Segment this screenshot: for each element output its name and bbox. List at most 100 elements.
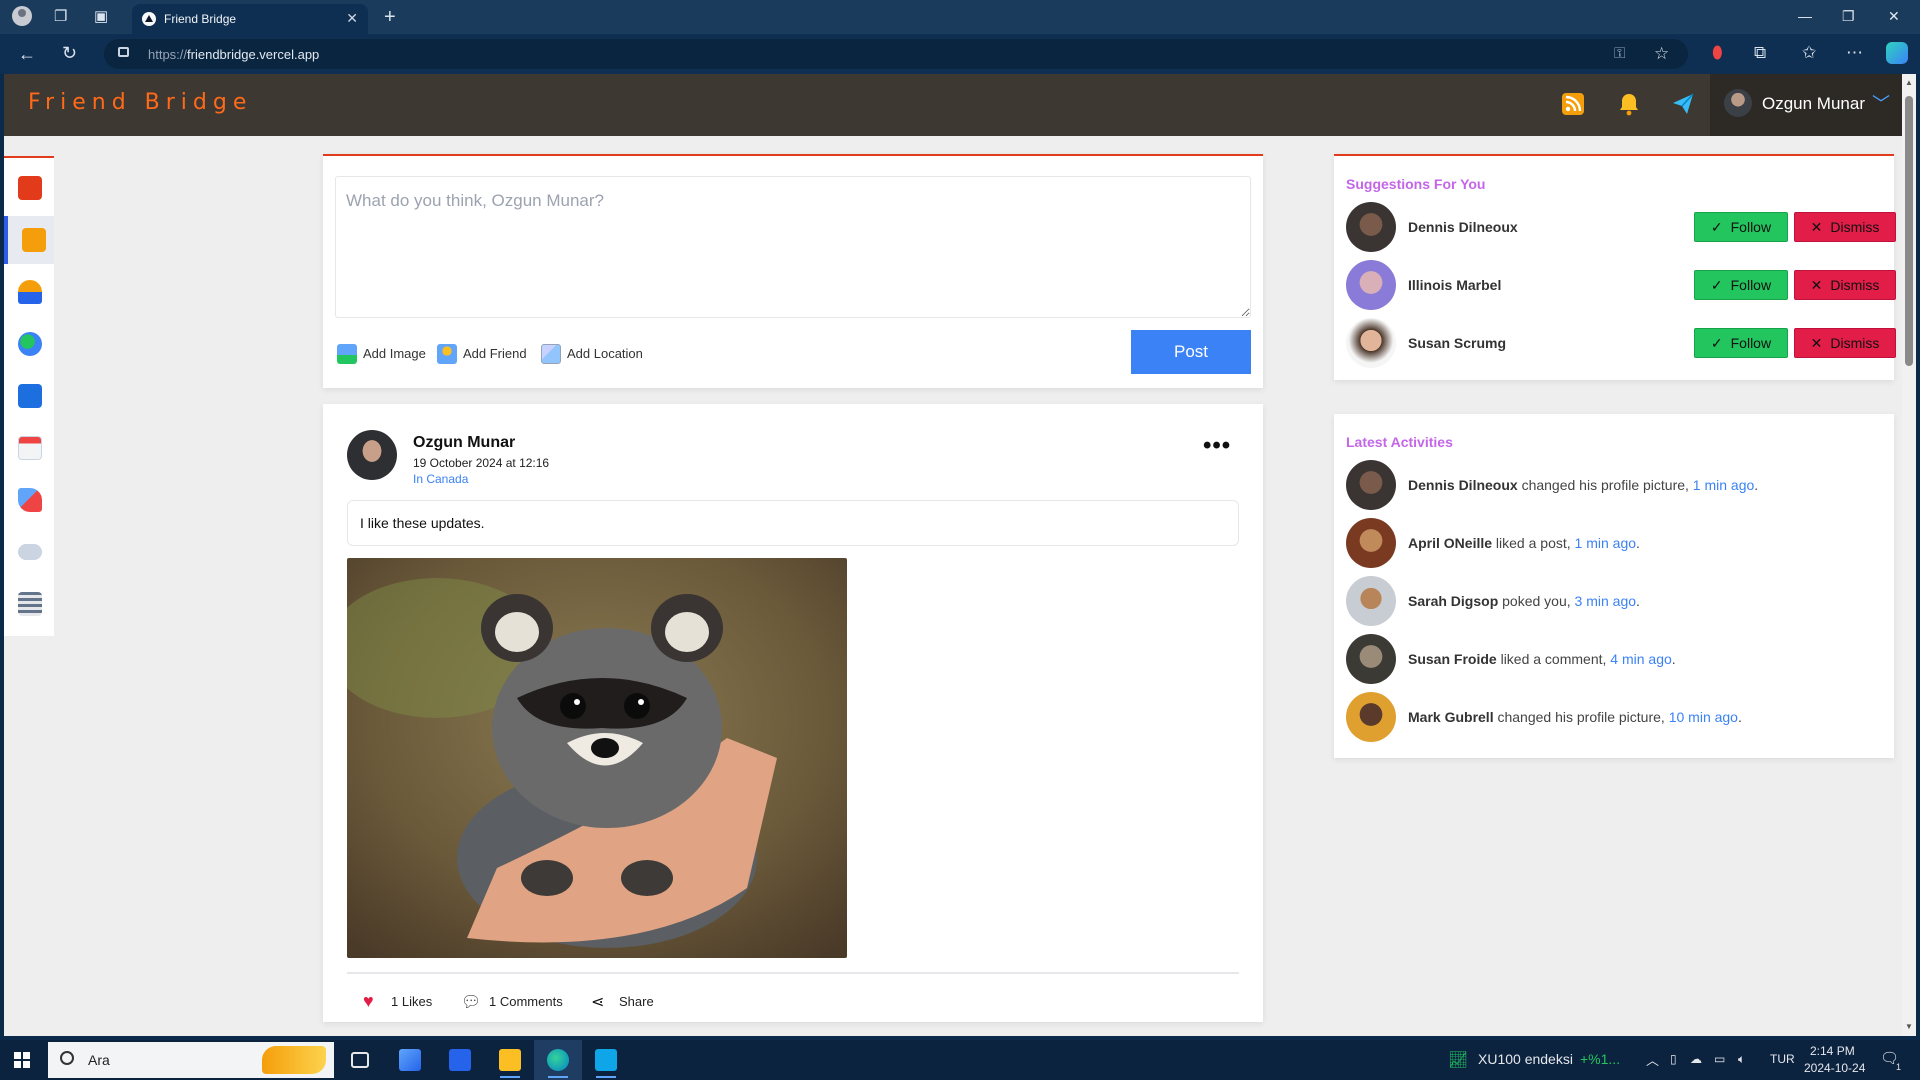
post-author-name[interactable]: Ozgun Munar — [413, 434, 515, 452]
stock-name[interactable]: XU100 endeksi — [1478, 1051, 1573, 1067]
chevron-down-icon: ﹀ — [1872, 94, 1890, 114]
back-icon[interactable]: ← — [18, 45, 36, 63]
suggestion-name[interactable]: Illinois Marbel — [1408, 277, 1501, 293]
tray-chevron-up-icon[interactable]: ︿ — [1646, 1050, 1659, 1069]
scroll-thumb[interactable] — [1905, 96, 1913, 366]
user-menu[interactable]: Ozgun Munar ﹀ — [1710, 74, 1902, 136]
image-icon — [337, 344, 357, 364]
page-scrollbar[interactable]: ▲ ▼ — [1902, 74, 1916, 1036]
clock-time[interactable]: 2:14 PM — [1810, 1044, 1855, 1058]
sidebar-item-friends[interactable] — [8, 268, 50, 316]
follow-button[interactable]: ✓ Follow — [1694, 270, 1788, 300]
copilot-icon[interactable] — [1886, 42, 1908, 64]
sidebar-item-saved[interactable] — [8, 372, 50, 420]
sidebar-item-games[interactable] — [8, 528, 50, 576]
dismiss-button[interactable]: ✕ Dismiss — [1794, 212, 1896, 242]
extension-shield-icon[interactable]: ⬮ — [1712, 44, 1723, 61]
avatar[interactable] — [1346, 318, 1396, 368]
dismiss-button[interactable]: ✕ Dismiss — [1794, 328, 1896, 358]
task-view-button[interactable] — [336, 1040, 384, 1080]
close-tab-icon[interactable]: ✕ — [346, 10, 358, 27]
tab-actions-icon[interactable]: ▣ — [94, 9, 108, 24]
page-viewport: Friend Bridge Ozgun Munar ﹀ What do you … — [4, 74, 1902, 1036]
avatar[interactable] — [1346, 692, 1396, 742]
gamepad-icon — [18, 544, 42, 560]
profile-card-icon — [18, 176, 42, 200]
search-highlight-icon — [262, 1046, 326, 1074]
onedrive-cloud-icon[interactable]: ☁ — [1690, 1052, 1702, 1066]
messages-send-icon[interactable] — [1670, 91, 1696, 117]
calendar-icon — [18, 436, 42, 460]
workspaces-icon[interactable]: ❐ — [54, 9, 67, 24]
post-options-icon[interactable]: ••• — [1203, 432, 1231, 460]
favorite-star-icon[interactable]: ☆ — [1654, 45, 1669, 62]
profile-icon[interactable] — [12, 6, 32, 26]
key-icon[interactable]: ⚿ — [1614, 46, 1625, 61]
new-tab-icon[interactable]: + — [384, 7, 396, 27]
avatar[interactable] — [1346, 518, 1396, 568]
megaphone-icon — [18, 488, 42, 512]
windows-start-icon[interactable] — [14, 1052, 30, 1068]
device-icon[interactable]: ▯ — [1670, 1052, 1677, 1066]
address-field[interactable]: https://friendbridge.vercel.app ⚿ ☆ — [104, 39, 1688, 69]
avatar[interactable] — [1346, 460, 1396, 510]
sidebar-item-news[interactable] — [8, 580, 50, 628]
brand-logo[interactable]: Friend Bridge — [28, 90, 252, 115]
sidebar-item-feed[interactable] — [4, 216, 54, 264]
input-language[interactable]: TUR — [1770, 1052, 1795, 1066]
follow-button[interactable]: ✓ Follow — [1694, 212, 1788, 242]
windows-taskbar: Ara 📈︎ XU100 endeksi +%1... ︿ ▯ ☁ ▭ 🔈︎ T… — [0, 1040, 1920, 1080]
volume-icon[interactable]: 🔈︎ — [1738, 1052, 1745, 1067]
close-window-icon[interactable]: ✕ — [1888, 8, 1900, 25]
sidebar-item-announcements[interactable] — [8, 476, 50, 524]
avatar[interactable] — [1346, 260, 1396, 310]
raccoon-photo — [347, 558, 847, 958]
dismiss-button[interactable]: ✕ Dismiss — [1794, 270, 1896, 300]
scroll-up-icon[interactable]: ▲ — [1905, 78, 1913, 87]
restore-icon[interactable]: ❐ — [1842, 8, 1855, 25]
browser-tab[interactable]: Friend Bridge ✕ — [132, 4, 368, 34]
feed-post: Ozgun Munar 19 October 2024 at 12:16 In … — [323, 404, 1263, 1022]
post-date: 19 October 2024 at 12:16 — [413, 456, 550, 470]
follow-button[interactable]: ✓ Follow — [1694, 328, 1788, 358]
reload-icon[interactable]: ↻ — [62, 44, 77, 62]
edge-browser-app[interactable] — [534, 1040, 582, 1080]
more-menu-icon[interactable]: ⋯ — [1846, 44, 1863, 61]
store-icon — [399, 1049, 421, 1071]
sidebar-item-world[interactable] — [8, 320, 50, 368]
post-location[interactable]: In Canada — [413, 472, 468, 486]
scroll-down-icon[interactable]: ▼ — [1905, 1022, 1913, 1031]
app-header: Friend Bridge Ozgun Munar ﹀ — [4, 74, 1902, 136]
post-composer: Add Image Add Friend Add Location Post — [323, 154, 1263, 388]
taskbar-search[interactable]: Ara — [48, 1042, 334, 1078]
site-favicon-icon — [142, 12, 156, 26]
suggestion-name[interactable]: Dennis Dilneoux — [1408, 219, 1518, 235]
activity-item: Dennis Dilneoux changed his profile pict… — [1408, 477, 1759, 493]
store-app[interactable] — [386, 1040, 434, 1080]
url-text: https://friendbridge.vercel.app — [148, 47, 320, 62]
favorites-icon[interactable]: ✩ — [1802, 44, 1816, 61]
post-image[interactable] — [347, 558, 847, 958]
sidebar-item-events[interactable] — [8, 424, 50, 472]
extensions-puzzle-icon[interactable]: ⧉ — [1754, 44, 1766, 61]
post-author-avatar[interactable] — [347, 430, 397, 480]
vscode-app[interactable] — [582, 1040, 630, 1080]
address-bar-row: ← ↻ https://friendbridge.vercel.app ⚿ ☆ … — [0, 34, 1920, 74]
add-friend-icon — [437, 344, 457, 364]
sidebar-item-profile[interactable] — [8, 164, 50, 212]
suggestion-name[interactable]: Susan Scrumg — [1408, 335, 1506, 351]
network-icon[interactable]: ▭ — [1714, 1052, 1725, 1066]
minimize-icon[interactable]: — — [1798, 8, 1812, 24]
notifications-bell-icon[interactable] — [1616, 91, 1642, 117]
clock-date[interactable]: 2024-10-24 — [1804, 1061, 1865, 1075]
post-button[interactable]: Post — [1131, 330, 1251, 374]
avatar[interactable] — [1346, 634, 1396, 684]
feed-rss-icon[interactable] — [1560, 91, 1586, 117]
user-name: Ozgun Munar — [1762, 94, 1865, 113]
stock-change: +%1... — [1580, 1051, 1621, 1067]
file-explorer-app[interactable] — [486, 1040, 534, 1080]
post-input[interactable] — [335, 176, 1251, 318]
avatar[interactable] — [1346, 576, 1396, 626]
avatar[interactable] — [1346, 202, 1396, 252]
mail-app[interactable] — [436, 1040, 484, 1080]
